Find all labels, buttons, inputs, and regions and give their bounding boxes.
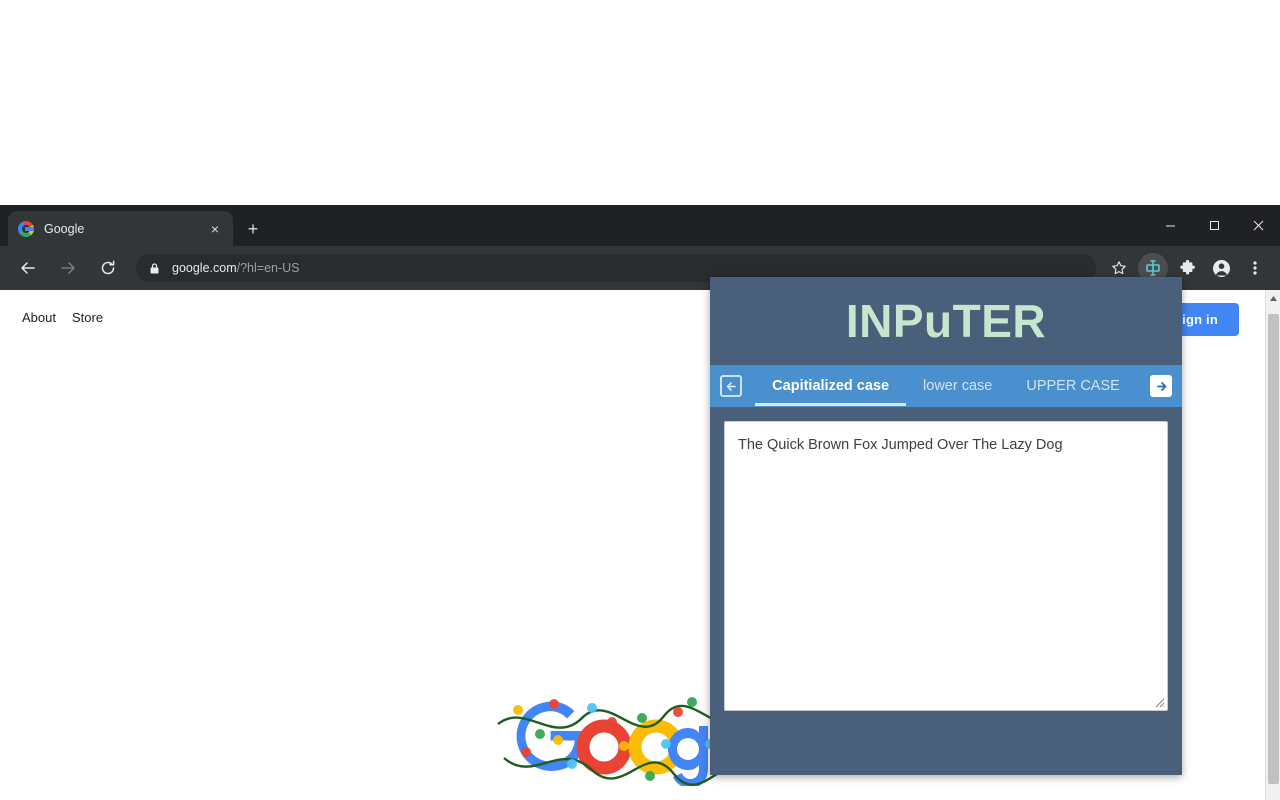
inputer-popup: INPuTER Capitialized case lower case UPP… bbox=[710, 277, 1182, 775]
more-menu-icon[interactable] bbox=[1240, 253, 1270, 283]
tab-lower-case[interactable]: lower case bbox=[906, 365, 1009, 407]
popup-textarea[interactable]: The Quick Brown Fox Jumped Over The Lazy… bbox=[724, 421, 1168, 711]
desktop-background bbox=[0, 0, 1280, 205]
lock-icon bbox=[148, 262, 161, 275]
window-controls bbox=[1148, 205, 1280, 246]
popup-title: INPuTER bbox=[846, 298, 1046, 344]
tab-capitalized-case[interactable]: Capitialized case bbox=[755, 365, 906, 407]
reload-icon[interactable] bbox=[93, 253, 123, 283]
popup-tabs: Capitialized case lower case UPPER CASE bbox=[742, 365, 1150, 407]
url-path: /?hl=en-US bbox=[237, 261, 300, 275]
url-domain: google.com bbox=[172, 261, 237, 275]
browser-tab-google[interactable]: Google × bbox=[8, 211, 233, 246]
popup-tab-bar: Capitialized case lower case UPPER CASE bbox=[710, 365, 1182, 407]
profile-avatar-icon[interactable] bbox=[1206, 253, 1236, 283]
new-tab-button[interactable]: + bbox=[240, 216, 266, 242]
tab-strip: Google × + bbox=[0, 205, 1280, 246]
screen: Google × + bbox=[0, 0, 1280, 800]
minimize-window-button[interactable] bbox=[1148, 205, 1192, 246]
scrollbar-thumb[interactable] bbox=[1268, 314, 1279, 784]
tab-title: Google bbox=[44, 222, 207, 236]
scroll-up-arrow-icon[interactable] bbox=[1266, 290, 1280, 307]
arrow-left-box-icon[interactable] bbox=[720, 375, 742, 397]
page-scrollbar[interactable] bbox=[1265, 290, 1280, 800]
maximize-window-button[interactable] bbox=[1192, 205, 1236, 246]
google-top-links: About Store bbox=[22, 310, 103, 325]
popup-textarea-value: The Quick Brown Fox Jumped Over The Lazy… bbox=[738, 436, 1153, 456]
forward-arrow-icon[interactable] bbox=[53, 253, 83, 283]
close-tab-icon[interactable]: × bbox=[207, 221, 223, 237]
tab-upper-case[interactable]: UPPER CASE bbox=[1009, 365, 1136, 407]
url-text: google.com/?hl=en-US bbox=[172, 261, 300, 275]
resize-handle[interactable] bbox=[1152, 695, 1165, 708]
link-about[interactable]: About bbox=[22, 310, 56, 325]
google-favicon-icon bbox=[18, 221, 34, 237]
link-store[interactable]: Store bbox=[72, 310, 103, 325]
popup-header: INPuTER bbox=[710, 277, 1182, 365]
back-arrow-icon[interactable] bbox=[13, 253, 43, 283]
arrow-right-box-icon[interactable] bbox=[1150, 375, 1172, 397]
popup-body: The Quick Brown Fox Jumped Over The Lazy… bbox=[710, 407, 1182, 711]
close-window-button[interactable] bbox=[1236, 205, 1280, 246]
